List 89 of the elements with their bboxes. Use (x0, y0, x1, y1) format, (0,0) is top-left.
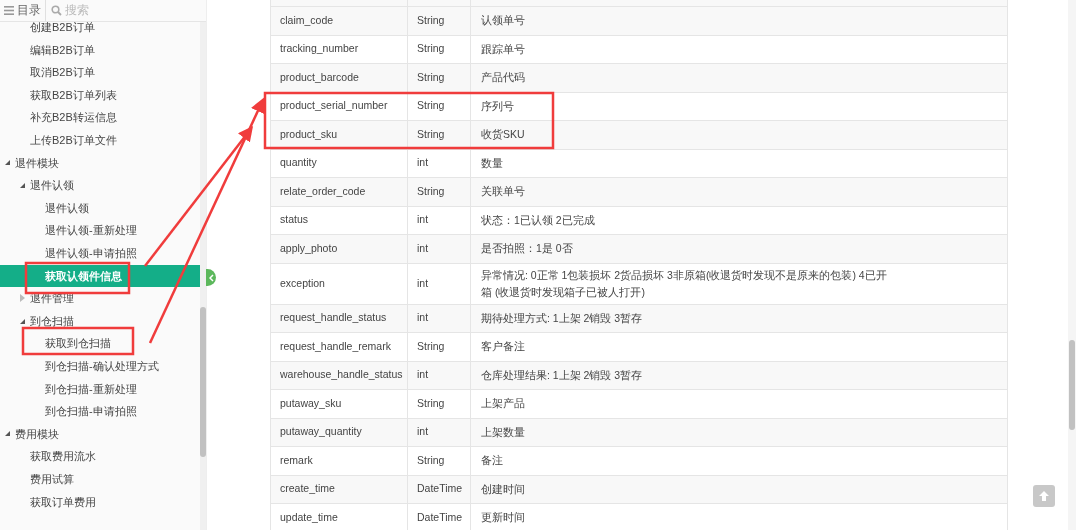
table-cell-text: warehouse_handle_status (280, 367, 403, 383)
tree-item[interactable]: 退件认领-重新处理 (0, 219, 200, 242)
back-to-top-button[interactable] (1033, 485, 1055, 507)
tree-item[interactable]: 到仓扫描 (0, 309, 200, 333)
table-cell-text: update_time (280, 509, 338, 525)
table-cell-text: product_serial_number (280, 98, 388, 114)
table-cell-text: int (417, 275, 429, 291)
tree-item[interactable]: 获取到仓扫描 (0, 332, 200, 355)
table-cell-text: String (417, 98, 445, 114)
expanded-icon (20, 318, 25, 324)
toc-tab[interactable]: 目录 (17, 1, 41, 20)
table-cell-text: int (417, 212, 429, 228)
expanded-icon (5, 431, 10, 437)
table-cell-text: 认领单号 (481, 13, 525, 29)
table-cell-text: 期待处理方式: 1上架 2销毁 3暂存 (481, 310, 643, 326)
tree-item[interactable]: 获取订单费用 (0, 490, 200, 514)
table-cell-text: 是否拍照：1是 0否 (481, 241, 573, 257)
table-cell-text: DateTime (417, 481, 463, 497)
collapsed-icon (20, 294, 25, 303)
table-cell-text: request_handle_remark (280, 338, 391, 354)
table-cell-text: request_handle_status (280, 310, 387, 326)
chevron-left-icon (208, 273, 214, 282)
tree-item[interactable]: 退件认领 (0, 196, 200, 220)
table-cell-text: String (417, 395, 445, 411)
table-cell-text: remark (280, 452, 313, 468)
table-cell-text: quantity (280, 155, 317, 171)
table-cell-text: apply_photo (280, 240, 338, 256)
table-cell-text: product_sku (280, 126, 338, 142)
tree-item[interactable]: 上传B2B订单文件 (0, 128, 200, 152)
table-cell-text: putaway_quantity (280, 424, 362, 440)
tree-item[interactable]: 费用试算 (0, 467, 200, 491)
table-cell-text: 跟踪单号 (481, 41, 525, 57)
table-cell-text: String (417, 41, 445, 57)
table-cell-text: String (417, 12, 445, 28)
table-cell-text: 客户备注 (481, 339, 525, 355)
tree-item[interactable]: 取消B2B订单 (0, 61, 200, 84)
tree-item[interactable]: 费用模块 (0, 422, 200, 446)
scrollbar-thumb[interactable] (200, 307, 206, 457)
table-cell-text: 更新时间 (481, 510, 525, 526)
table-cell-text: 数量 (481, 155, 503, 171)
search-icon (51, 5, 62, 16)
menu-icon[interactable] (4, 6, 14, 15)
table-cell-text: 上架数量 (481, 424, 525, 440)
tree-item[interactable]: 退件认领 (0, 174, 200, 197)
tree-item[interactable]: 退件认领-申请拍照 (0, 241, 200, 265)
table-cell-text: 收货SKU (481, 127, 525, 143)
tree-item[interactable]: 创建B2B订单 (0, 22, 200, 39)
table-cell-text: DateTime (417, 509, 463, 525)
table-cell-text: 异常情况: 0正常 1包装损坏 2货品损坏 3非原箱(收退货时发现不是原来的包装) 4已开箱 (收退货时发现箱子已被人打开) (481, 267, 888, 300)
table-cell-text: tracking_number (280, 41, 359, 57)
scrollbar-thumb[interactable] (1069, 340, 1075, 430)
tree-item[interactable]: 编辑B2B订单 (0, 38, 200, 62)
tree-item[interactable]: 到仓扫描-申请拍照 (0, 400, 200, 423)
table-cell-text: String (417, 126, 445, 142)
table-cell-text: status (280, 212, 308, 228)
table-cell-text: claim_code (280, 12, 334, 28)
table-cell-text: 产品代码 (481, 70, 525, 86)
tree-item[interactable]: 获取费用流水 (0, 445, 200, 468)
expanded-icon (20, 182, 25, 188)
table-cell-text: String (417, 183, 445, 199)
table-cell-text: 上架产品 (481, 396, 525, 412)
table-cell-text: 状态：1已认领 2已完成 (481, 212, 595, 228)
table-cell-text: int (417, 424, 429, 440)
table-cell-text: String (417, 69, 445, 85)
table-cell-text: 备注 (481, 453, 503, 469)
table-cell-text: product_barcode (280, 69, 359, 85)
tree-item[interactable]: 到仓扫描-确认处理方式 (0, 354, 200, 378)
expanded-icon (5, 160, 10, 166)
table-cell-text: relate_order_code (280, 183, 366, 199)
tree-item[interactable]: 获取B2B订单列表 (0, 83, 200, 107)
table-cell-text: exception (280, 275, 325, 291)
table-cell-text: putaway_sku (280, 395, 342, 411)
tree-item[interactable]: 补充B2B转运信息 (0, 106, 200, 129)
tree-item[interactable]: 退件模块 (0, 151, 200, 175)
table-cell-text: 关联单号 (481, 184, 525, 200)
search-field[interactable]: 搜索 (65, 1, 145, 20)
collapse-handle[interactable] (206, 269, 216, 286)
table-cell-text: String (417, 338, 445, 354)
table-cell-text: int (417, 310, 429, 326)
table-cell-text: int (417, 155, 429, 171)
table-cell-text: 仓库处理结果: 1上架 2销毁 3暂存 (481, 367, 643, 383)
table-cell-text: 序列号 (481, 98, 514, 114)
table-cell-text: int (417, 367, 429, 383)
table-cell-text: String (417, 452, 445, 468)
table-cell-text: int (417, 240, 429, 256)
arrow-up-icon (1038, 490, 1050, 502)
table-cell-text: 创建时间 (481, 481, 525, 497)
table-cell-text: create_time (280, 481, 335, 497)
tree-item[interactable]: 到仓扫描-重新处理 (0, 377, 200, 401)
